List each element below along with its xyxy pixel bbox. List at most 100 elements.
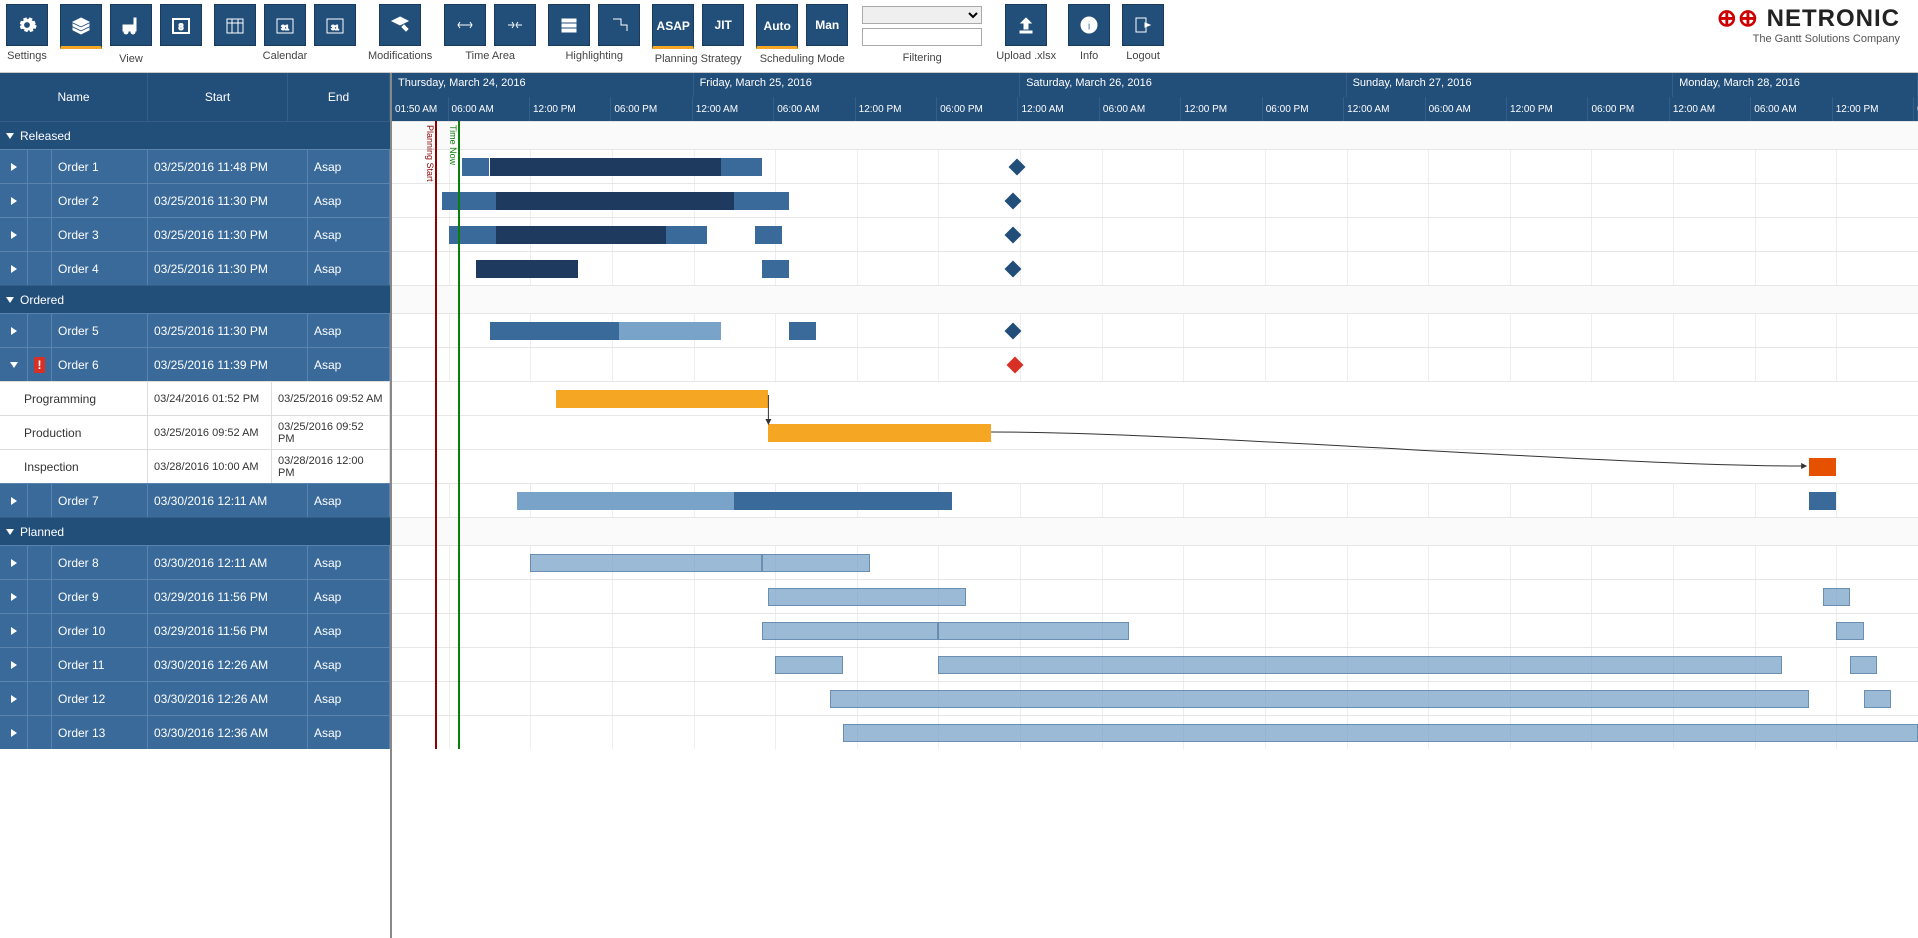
upload-button[interactable]	[1005, 4, 1047, 46]
order-row[interactable]: Order 703/30/2016 12:11 AMAsap	[0, 483, 390, 517]
gantt-bar[interactable]	[843, 724, 1918, 742]
gantt-row[interactable]	[392, 381, 1918, 415]
view-layers-button[interactable]	[60, 4, 102, 49]
gantt-bar[interactable]	[775, 656, 843, 674]
sub-row[interactable]: Inspection03/28/2016 10:00 AM03/28/2016 …	[0, 449, 390, 483]
expand-toggle[interactable]	[0, 252, 28, 285]
calendar-shift-button[interactable]: 31	[264, 4, 306, 46]
expand-toggle[interactable]	[0, 614, 28, 647]
gantt-bar[interactable]	[517, 492, 735, 510]
gantt-row[interactable]	[392, 217, 1918, 251]
table-body[interactable]: ReleasedOrder 103/25/2016 11:48 PMAsapOr…	[0, 121, 390, 938]
gantt-body[interactable]: Planning StartTime Now	[392, 121, 1918, 749]
gantt-bar[interactable]	[496, 226, 666, 244]
highlight-list-button[interactable]	[548, 4, 590, 46]
gantt-bar[interactable]	[762, 622, 939, 640]
strategy-asap-button[interactable]: ASAP	[652, 4, 694, 49]
gantt-bar[interactable]	[666, 226, 707, 244]
gantt-row[interactable]	[392, 285, 1918, 313]
gantt-bar[interactable]	[1864, 690, 1891, 708]
gantt-row[interactable]	[392, 579, 1918, 613]
expand-toggle[interactable]	[0, 184, 28, 217]
view-forklift-button[interactable]	[110, 4, 152, 46]
gantt-bar[interactable]	[830, 690, 1810, 708]
gantt-bar[interactable]	[619, 322, 721, 340]
gantt-row[interactable]	[392, 613, 1918, 647]
order-row[interactable]: Order 203/25/2016 11:30 PMAsap	[0, 183, 390, 217]
sub-row[interactable]: Production03/25/2016 09:52 AM03/25/2016 …	[0, 415, 390, 449]
order-row[interactable]: Order 903/29/2016 11:56 PMAsap	[0, 579, 390, 613]
gantt-row[interactable]	[392, 121, 1918, 149]
milestone-icon[interactable]	[1005, 227, 1022, 244]
gantt-bar[interactable]	[789, 322, 816, 340]
gantt-bar[interactable]	[556, 390, 769, 408]
order-row[interactable]: Order 1203/30/2016 12:26 AMAsap	[0, 681, 390, 715]
calendar-month-button[interactable]: 31	[314, 4, 356, 46]
gantt-bar[interactable]	[1850, 656, 1877, 674]
milestone-icon[interactable]	[1009, 159, 1026, 176]
filter-select[interactable]	[862, 6, 982, 24]
gantt-bar[interactable]	[938, 622, 1128, 640]
expand-toggle[interactable]	[0, 314, 28, 347]
gantt-row[interactable]	[392, 517, 1918, 545]
milestone-icon[interactable]	[1005, 323, 1022, 340]
gantt-row[interactable]	[392, 647, 1918, 681]
mode-auto-button[interactable]: Auto	[756, 4, 798, 49]
gantt-row[interactable]	[392, 149, 1918, 183]
gantt-row[interactable]	[392, 715, 1918, 749]
expand-toggle[interactable]	[0, 648, 28, 681]
order-row[interactable]: Order 1003/29/2016 11:56 PMAsap	[0, 613, 390, 647]
gantt-bar[interactable]	[734, 192, 788, 210]
order-row[interactable]: Order 803/30/2016 12:11 AMAsap	[0, 545, 390, 579]
order-row[interactable]: !Order 603/25/2016 11:39 PMAsap	[0, 347, 390, 381]
gantt-bar[interactable]	[490, 158, 721, 176]
order-row[interactable]: Order 303/25/2016 11:30 PMAsap	[0, 217, 390, 251]
order-row[interactable]: Order 1103/30/2016 12:26 AMAsap	[0, 647, 390, 681]
gantt-bar[interactable]	[1809, 458, 1836, 476]
order-row[interactable]: Order 503/25/2016 11:30 PMAsap	[0, 313, 390, 347]
calendar-week-button[interactable]	[214, 4, 256, 46]
gantt-row[interactable]	[392, 449, 1918, 483]
gantt-bar[interactable]	[762, 554, 871, 572]
group-row[interactable]: Planned	[0, 517, 390, 545]
view-calendar-button[interactable]: 8	[160, 4, 202, 46]
gantt-bar[interactable]	[530, 554, 761, 572]
expand-toggle[interactable]	[0, 580, 28, 613]
gantt-bar[interactable]	[496, 192, 734, 210]
group-row[interactable]: Released	[0, 121, 390, 149]
modifications-button[interactable]	[379, 4, 421, 46]
gantt-bar[interactable]	[442, 192, 496, 210]
gantt-row[interactable]	[392, 545, 1918, 579]
gantt-bar[interactable]	[490, 322, 619, 340]
milestone-icon[interactable]	[1005, 261, 1022, 278]
gantt-bar[interactable]	[938, 656, 1781, 674]
filter-input[interactable]	[862, 28, 982, 46]
gantt-row[interactable]	[392, 415, 1918, 449]
logout-button[interactable]	[1122, 4, 1164, 46]
expand-toggle[interactable]	[0, 716, 28, 749]
timearea-expand-button[interactable]	[444, 4, 486, 46]
mode-manual-button[interactable]: Man	[806, 4, 848, 46]
expand-toggle[interactable]	[0, 484, 28, 517]
gantt-bar[interactable]	[768, 424, 991, 442]
gantt-row[interactable]	[392, 347, 1918, 381]
expand-toggle[interactable]	[0, 546, 28, 579]
gantt-row[interactable]	[392, 183, 1918, 217]
expand-toggle[interactable]	[0, 218, 28, 251]
timearea-collapse-button[interactable]	[494, 4, 536, 46]
gantt-bar[interactable]	[1823, 588, 1850, 606]
strategy-jit-button[interactable]: JIT	[702, 4, 744, 46]
gantt-bar[interactable]	[755, 226, 782, 244]
sub-row[interactable]: Programming03/24/2016 01:52 PM03/25/2016…	[0, 381, 390, 415]
milestone-icon[interactable]	[1005, 193, 1022, 210]
gantt-row[interactable]	[392, 483, 1918, 517]
expand-toggle[interactable]	[0, 682, 28, 715]
order-row[interactable]: Order 403/25/2016 11:30 PMAsap	[0, 251, 390, 285]
gantt-row[interactable]	[392, 251, 1918, 285]
gantt-bar[interactable]	[734, 492, 952, 510]
order-row[interactable]: Order 103/25/2016 11:48 PMAsap	[0, 149, 390, 183]
info-button[interactable]: i	[1068, 4, 1110, 46]
settings-button[interactable]	[6, 4, 48, 46]
gantt-bar[interactable]	[1836, 622, 1863, 640]
gantt-bar[interactable]	[768, 588, 965, 606]
